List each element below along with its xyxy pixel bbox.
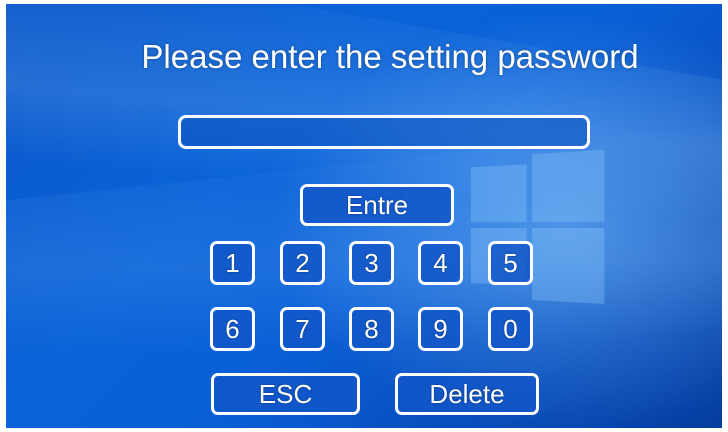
password-screen: Please enter the setting password Entre … <box>6 4 722 428</box>
key-6-button[interactable]: 6 <box>210 307 255 351</box>
key-2-button[interactable]: 2 <box>280 241 325 285</box>
key-9-button[interactable]: 9 <box>418 307 463 351</box>
key-7-button[interactable]: 7 <box>280 307 325 351</box>
enter-button[interactable]: Entre <box>300 184 454 226</box>
key-0-button[interactable]: 0 <box>488 307 533 351</box>
key-8-button[interactable]: 8 <box>349 307 394 351</box>
key-3-button[interactable]: 3 <box>349 241 394 285</box>
key-5-button[interactable]: 5 <box>488 241 533 285</box>
windows-logo-icon <box>470 149 605 309</box>
page-title: Please enter the setting password <box>141 38 639 75</box>
esc-button[interactable]: ESC <box>211 373 360 415</box>
key-1-button[interactable]: 1 <box>210 241 255 285</box>
delete-button[interactable]: Delete <box>395 373 539 415</box>
key-4-button[interactable]: 4 <box>418 241 463 285</box>
password-input[interactable] <box>178 115 590 149</box>
